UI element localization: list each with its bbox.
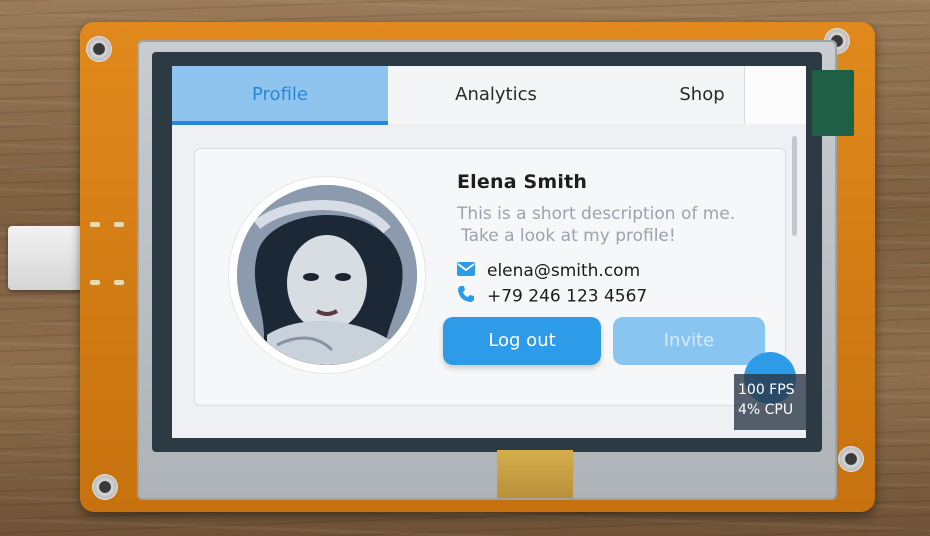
description-line: Take a look at my profile! (461, 226, 676, 246)
tab-bar: Profile Analytics Shop (172, 66, 806, 125)
usb-cable (8, 226, 88, 290)
scrollbar[interactable] (792, 136, 797, 236)
mount-hole (838, 446, 864, 472)
cpu-readout: 4% CPU (738, 402, 794, 418)
avatar (237, 185, 417, 365)
profile-description: This is a short description of me. Take … (457, 203, 777, 247)
description-line: This is a short description of me. (457, 204, 736, 224)
fps-readout: 100 FPS (738, 382, 795, 398)
green-tape (812, 70, 854, 136)
email-text: elena@smith.com (487, 261, 641, 281)
tab-overflow (744, 66, 806, 124)
solder-pad (114, 280, 124, 285)
tab-analytics[interactable]: Analytics (388, 66, 604, 124)
profile-card: Elena Smith This is a short description … (194, 148, 786, 406)
phone-text: +79 246 123 4567 (487, 286, 648, 307)
logout-button[interactable]: Log out (443, 317, 601, 365)
envelope-icon (457, 261, 475, 281)
solder-pad (114, 222, 124, 227)
avatar-photo (237, 185, 417, 365)
flex-cable (497, 450, 573, 498)
phone-icon (457, 285, 475, 308)
email-row: elena@smith.com (457, 261, 640, 281)
active-tab-indicator (172, 121, 388, 125)
solder-pad (90, 222, 100, 227)
avatar-frame (229, 177, 425, 373)
solder-pad (90, 280, 100, 285)
invite-button[interactable]: Invite (613, 317, 765, 365)
tab-profile[interactable]: Profile (172, 66, 388, 124)
phone-row: +79 246 123 4567 (457, 285, 647, 308)
mount-hole (92, 474, 118, 500)
profile-name: Elena Smith (457, 171, 588, 193)
performance-monitor: 100 FPS 4% CPU (734, 374, 806, 430)
lvgl-screen: Profile Analytics Shop Elena Smith This … (172, 66, 806, 438)
mount-hole (86, 36, 112, 62)
